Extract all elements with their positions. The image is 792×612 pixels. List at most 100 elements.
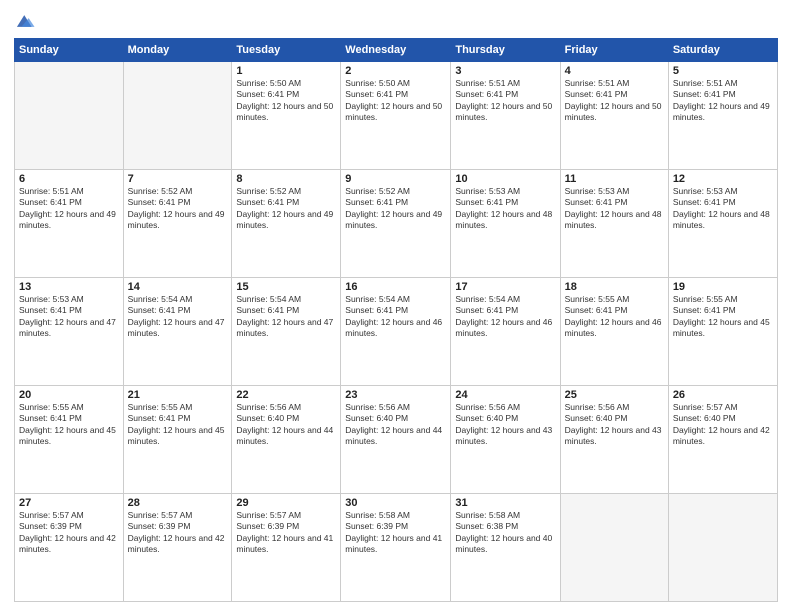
day-info: Sunrise: 5:54 AM Sunset: 6:41 PM Dayligh… (345, 294, 446, 340)
day-number: 18 (565, 281, 664, 293)
calendar-cell: 3Sunrise: 5:51 AM Sunset: 6:41 PM Daylig… (451, 62, 560, 170)
calendar-cell (123, 62, 232, 170)
week-row-2: 6Sunrise: 5:51 AM Sunset: 6:41 PM Daylig… (15, 170, 778, 278)
day-number: 7 (128, 173, 228, 185)
calendar-cell: 4Sunrise: 5:51 AM Sunset: 6:41 PM Daylig… (560, 62, 668, 170)
calendar-cell: 24Sunrise: 5:56 AM Sunset: 6:40 PM Dayli… (451, 386, 560, 494)
calendar-cell: 25Sunrise: 5:56 AM Sunset: 6:40 PM Dayli… (560, 386, 668, 494)
day-info: Sunrise: 5:57 AM Sunset: 6:39 PM Dayligh… (236, 510, 336, 556)
weekday-header-row: SundayMondayTuesdayWednesdayThursdayFrid… (15, 39, 778, 62)
day-info: Sunrise: 5:56 AM Sunset: 6:40 PM Dayligh… (455, 402, 555, 448)
calendar-cell: 27Sunrise: 5:57 AM Sunset: 6:39 PM Dayli… (15, 494, 124, 602)
day-info: Sunrise: 5:51 AM Sunset: 6:41 PM Dayligh… (19, 186, 119, 232)
weekday-header-thursday: Thursday (451, 39, 560, 62)
calendar-cell: 19Sunrise: 5:55 AM Sunset: 6:41 PM Dayli… (668, 278, 777, 386)
day-info: Sunrise: 5:51 AM Sunset: 6:41 PM Dayligh… (565, 78, 664, 124)
day-info: Sunrise: 5:54 AM Sunset: 6:41 PM Dayligh… (236, 294, 336, 340)
day-number: 1 (236, 65, 336, 77)
day-info: Sunrise: 5:52 AM Sunset: 6:41 PM Dayligh… (236, 186, 336, 232)
week-row-5: 27 Sunrise: 5:57 AM Sunset: 6:39 PM Dayli… (15, 494, 778, 602)
calendar-cell: 7Sunrise: 5:52 AM Sunset: 6:41 PM Daylig… (123, 170, 232, 278)
day-number: 31 (455, 497, 555, 509)
day-number: 14 (128, 281, 228, 293)
week-row-3: 13Sunrise: 5:53 AM Sunset: 6:41 PM Dayli… (15, 278, 778, 386)
day-number: 16 (345, 281, 446, 293)
day-number: 25 (565, 389, 664, 401)
day-number: 19 (673, 281, 773, 293)
calendar-cell (668, 494, 777, 602)
calendar-cell: 23Sunrise: 5:56 AM Sunset: 6:40 PM Dayli… (341, 386, 451, 494)
day-info: Sunrise: 5:57 AM Sunset: 6:40 PM Dayligh… (673, 402, 773, 448)
calendar-cell: 11Sunrise: 5:53 AM Sunset: 6:41 PM Dayli… (560, 170, 668, 278)
day-number: 12 (673, 173, 773, 185)
week-row-4: 20Sunrise: 5:55 AM Sunset: 6:41 PM Dayli… (15, 386, 778, 494)
week-row-1: 1 Sunrise: 5:50 AM Sunset: 6:41 PM Daylig… (15, 62, 778, 170)
day-info: Sunrise: 5:52 AM Sunset: 6:41 PM Dayligh… (345, 186, 446, 232)
day-number: 20 (19, 389, 119, 401)
day-number: 28 (128, 497, 228, 509)
day-info: Sunrise: 5:58 AM Sunset: 6:38 PM Dayligh… (455, 510, 555, 556)
calendar-cell: 15Sunrise: 5:54 AM Sunset: 6:41 PM Dayli… (232, 278, 341, 386)
day-number: 21 (128, 389, 228, 401)
calendar-cell (560, 494, 668, 602)
day-info: Sunrise: 5:56 AM Sunset: 6:40 PM Dayligh… (565, 402, 664, 448)
page: SundayMondayTuesdayWednesdayThursdayFrid… (0, 0, 792, 612)
day-number: 5 (673, 65, 773, 77)
calendar-cell: 17Sunrise: 5:54 AM Sunset: 6:41 PM Dayli… (451, 278, 560, 386)
day-number: 23 (345, 389, 446, 401)
day-number: 29 (236, 497, 336, 509)
calendar-cell: 12Sunrise: 5:53 AM Sunset: 6:41 PM Dayli… (668, 170, 777, 278)
day-number: 6 (19, 173, 119, 185)
calendar-cell: 26Sunrise: 5:57 AM Sunset: 6:40 PM Dayli… (668, 386, 777, 494)
weekday-header-wednesday: Wednesday (341, 39, 451, 62)
day-number: 11 (565, 173, 664, 185)
day-number: 10 (455, 173, 555, 185)
day-info: Sunrise: 5:55 AM Sunset: 6:41 PM Dayligh… (19, 402, 119, 448)
day-number: 4 (565, 65, 664, 77)
day-info: Sunrise: 5:56 AM Sunset: 6:40 PM Dayligh… (345, 402, 446, 448)
day-number: 13 (19, 281, 119, 293)
calendar-cell: 2Sunrise: 5:50 AM Sunset: 6:41 PM Daylig… (341, 62, 451, 170)
calendar-cell: 13Sunrise: 5:53 AM Sunset: 6:41 PM Dayli… (15, 278, 124, 386)
calendar-cell: 10Sunrise: 5:53 AM Sunset: 6:41 PM Dayli… (451, 170, 560, 278)
day-info: Sunrise: 5:53 AM Sunset: 6:41 PM Dayligh… (565, 186, 664, 232)
calendar-cell: 20Sunrise: 5:55 AM Sunset: 6:41 PM Dayli… (15, 386, 124, 494)
day-info: Sunrise: 5:54 AM Sunset: 6:41 PM Dayligh… (128, 294, 228, 340)
weekday-header-sunday: Sunday (15, 39, 124, 62)
day-number: 24 (455, 389, 555, 401)
day-number: 22 (236, 389, 336, 401)
day-number: 2 (345, 65, 446, 77)
day-info: Sunrise: 5:53 AM Sunset: 6:41 PM Dayligh… (673, 186, 773, 232)
day-number: 27 (19, 497, 119, 509)
calendar-cell: 31Sunrise: 5:58 AM Sunset: 6:38 PM Dayli… (451, 494, 560, 602)
day-number: 30 (345, 497, 446, 509)
calendar-cell: 16Sunrise: 5:54 AM Sunset: 6:41 PM Dayli… (341, 278, 451, 386)
weekday-header-saturday: Saturday (668, 39, 777, 62)
day-info: Sunrise: 5:53 AM Sunset: 6:41 PM Dayligh… (455, 186, 555, 232)
day-number: 26 (673, 389, 773, 401)
calendar-cell: 9Sunrise: 5:52 AM Sunset: 6:41 PM Daylig… (341, 170, 451, 278)
day-number: 9 (345, 173, 446, 185)
calendar-cell: 1Sunrise: 5:50 AM Sunset: 6:41 PM Daylig… (232, 62, 341, 170)
day-number: 8 (236, 173, 336, 185)
calendar-cell: 6Sunrise: 5:51 AM Sunset: 6:41 PM Daylig… (15, 170, 124, 278)
logo-icon (14, 10, 36, 32)
calendar-cell (15, 62, 124, 170)
weekday-header-monday: Monday (123, 39, 232, 62)
header (14, 10, 778, 32)
day-info: Sunrise: 5:54 AM Sunset: 6:41 PM Dayligh… (455, 294, 555, 340)
day-number: 3 (455, 65, 555, 77)
day-info: Sunrise: 5:55 AM Sunset: 6:41 PM Dayligh… (128, 402, 228, 448)
logo (14, 10, 36, 32)
calendar-cell: 14Sunrise: 5:54 AM Sunset: 6:41 PM Dayli… (123, 278, 232, 386)
day-info: Sunrise: 5:55 AM Sunset: 6:41 PM Dayligh… (673, 294, 773, 340)
weekday-header-friday: Friday (560, 39, 668, 62)
calendar-cell: 29Sunrise: 5:57 AM Sunset: 6:39 PM Dayli… (232, 494, 341, 602)
day-info: Sunrise: 5:51 AM Sunset: 6:41 PM Dayligh… (455, 78, 555, 124)
day-info: Sunrise: 5:50 AM Sunset: 6:41 PM Dayligh… (345, 78, 446, 124)
day-info: Sunrise: 5:57 AM Sunset: 6:39 PM Dayligh… (128, 510, 228, 556)
calendar-cell: 21Sunrise: 5:55 AM Sunset: 6:41 PM Dayli… (123, 386, 232, 494)
day-number: 17 (455, 281, 555, 293)
calendar-cell: 5Sunrise: 5:51 AM Sunset: 6:41 PM Daylig… (668, 62, 777, 170)
day-info: Sunrise: 5:51 AM Sunset: 6:41 PM Dayligh… (673, 78, 773, 124)
